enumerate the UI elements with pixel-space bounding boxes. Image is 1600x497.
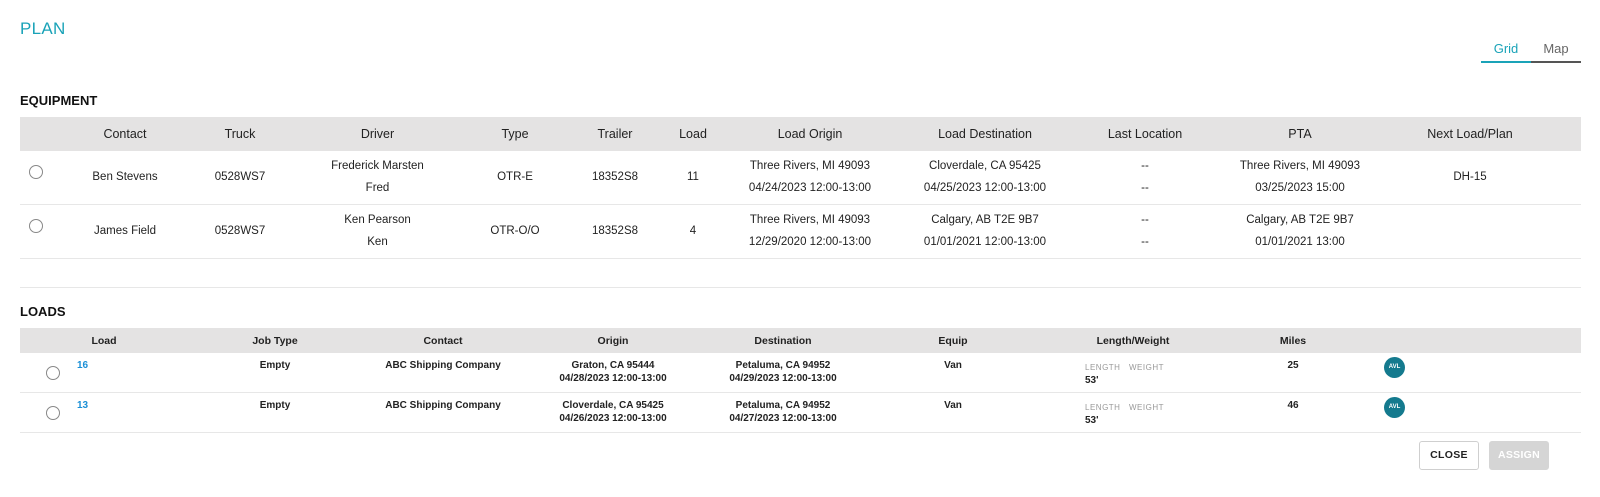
origin-location-cell: Graton, CA 95444 xyxy=(571,360,655,371)
equip-cell: Van xyxy=(944,400,962,411)
col-next-load-plan[interactable]: Next Load/Plan xyxy=(1410,127,1530,141)
origin-location-cell: Three Rivers, MI 49093 xyxy=(749,160,871,172)
col-contact[interactable]: Contact xyxy=(383,335,503,347)
truck-cell: 0528WS7 xyxy=(214,171,266,183)
pta-location-cell: Calgary, AB T2E 9B7 xyxy=(1246,214,1354,226)
equipment-table: Contact Truck Driver Type Trailer Load L… xyxy=(20,117,1581,259)
col-destination[interactable]: Destination xyxy=(733,335,833,347)
col-equip[interactable]: Equip xyxy=(913,335,993,347)
col-load[interactable]: Load xyxy=(74,335,134,347)
loads-section-title: LOADS xyxy=(20,304,66,319)
assign-button[interactable]: ASSIGN xyxy=(1489,441,1549,470)
equipment-table-header: Contact Truck Driver Type Trailer Load L… xyxy=(20,117,1581,151)
col-load-destination[interactable]: Load Destination xyxy=(915,127,1055,141)
col-length-weight[interactable]: Length/Weight xyxy=(1073,335,1193,347)
table-row[interactable]: James Field 0528WS7 Ken Pearson Ken OTR-… xyxy=(20,205,1581,259)
contact-cell: James Field xyxy=(94,225,156,237)
col-job-type[interactable]: Job Type xyxy=(230,335,320,347)
origin-time-cell: 04/24/2023 12:00-13:00 xyxy=(748,182,872,194)
col-load-origin[interactable]: Load Origin xyxy=(745,127,875,141)
miles-cell: 25 xyxy=(1287,360,1299,371)
origin-location-cell: Cloverdale, CA 95425 xyxy=(562,400,664,411)
col-load[interactable]: Load xyxy=(670,127,716,141)
pta-time-cell: 01/01/2021 13:00 xyxy=(1255,236,1345,248)
type-cell: OTR-E xyxy=(497,171,533,183)
col-trailer[interactable]: Trailer xyxy=(575,127,655,141)
destination-time-cell: 04/25/2023 12:00-13:00 xyxy=(923,182,1047,194)
weight-label: WEIGHT xyxy=(1129,403,1164,412)
tab-grid[interactable]: Grid xyxy=(1481,41,1531,61)
origin-location-cell: Three Rivers, MI 49093 xyxy=(749,214,871,226)
avl-badge[interactable]: AVL xyxy=(1384,357,1405,378)
section-divider xyxy=(20,287,1581,288)
destination-location-cell: Petaluma, CA 94952 xyxy=(735,400,831,411)
col-driver[interactable]: Driver xyxy=(320,127,435,141)
origin-time-cell: 12/29/2020 12:00-13:00 xyxy=(748,236,872,248)
destination-time-cell: 04/27/2023 12:00-13:00 xyxy=(729,413,837,424)
weight-label: WEIGHT xyxy=(1129,363,1164,372)
page-title: PLAN xyxy=(20,19,66,38)
origin-time-cell: 04/28/2023 12:00-13:00 xyxy=(559,373,667,384)
trailer-cell: 18352S8 xyxy=(591,171,639,183)
col-type[interactable]: Type xyxy=(475,127,555,141)
view-toggle: Grid Map xyxy=(1481,41,1581,63)
col-pta[interactable]: PTA xyxy=(1240,127,1360,141)
destination-location-cell: Calgary, AB T2E 9B7 xyxy=(931,214,1039,226)
avl-badge[interactable]: AVL xyxy=(1384,397,1405,418)
col-miles[interactable]: Miles xyxy=(1263,335,1323,347)
active-tab-indicator xyxy=(1481,61,1531,63)
equip-cell: Van xyxy=(944,360,962,371)
destination-time-cell: 01/01/2021 12:00-13:00 xyxy=(923,236,1047,248)
last-location-cell: -- xyxy=(1141,214,1149,226)
next-load-cell: DH-15 xyxy=(1453,171,1487,183)
contact-cell: Ben Stevens xyxy=(92,171,158,183)
load-cell: 4 xyxy=(689,225,697,237)
destination-location-cell: Cloverdale, CA 95425 xyxy=(929,160,1041,172)
contact-cell: ABC Shipping Company xyxy=(385,400,501,411)
loads-table: Load Job Type Contact Origin Destination… xyxy=(20,328,1581,433)
length-label: LENGTH xyxy=(1085,363,1121,372)
last-location-time-cell: -- xyxy=(1141,182,1149,194)
table-row[interactable]: 16 Empty ABC Shipping Company Graton, CA… xyxy=(20,353,1581,393)
load-link[interactable]: 13 xyxy=(77,399,88,412)
row-radio[interactable] xyxy=(46,406,60,420)
pta-time-cell: 03/25/2023 15:00 xyxy=(1255,182,1345,194)
origin-time-cell: 04/26/2023 12:00-13:00 xyxy=(559,413,667,424)
table-row[interactable]: Ben Stevens 0528WS7 Frederick Marsten Fr… xyxy=(20,151,1581,205)
col-truck[interactable]: Truck xyxy=(190,127,290,141)
type-cell: OTR-O/O xyxy=(490,225,540,237)
last-location-cell: -- xyxy=(1141,160,1149,172)
row-radio[interactable] xyxy=(29,219,43,233)
truck-cell: 0528WS7 xyxy=(214,225,266,237)
driver-nickname-cell: Fred xyxy=(365,182,390,194)
col-contact[interactable]: Contact xyxy=(70,127,180,141)
driver-nickname-cell: Ken xyxy=(367,236,388,248)
destination-location-cell: Petaluma, CA 94952 xyxy=(735,360,831,371)
table-row[interactable]: 13 Empty ABC Shipping Company Cloverdale… xyxy=(20,393,1581,433)
close-button[interactable]: CLOSE xyxy=(1419,441,1479,470)
driver-name-cell: Frederick Marsten xyxy=(331,160,424,172)
destination-time-cell: 04/29/2023 12:00-13:00 xyxy=(729,373,837,384)
miles-cell: 46 xyxy=(1287,400,1299,411)
trailer-cell: 18352S8 xyxy=(591,225,639,237)
col-origin[interactable]: Origin xyxy=(563,335,663,347)
length-value: 53' xyxy=(1085,415,1099,426)
length-value: 53' xyxy=(1085,375,1099,386)
length-label: LENGTH xyxy=(1085,403,1121,412)
job-type-cell: Empty xyxy=(259,360,291,371)
row-radio[interactable] xyxy=(29,165,43,179)
equipment-section-title: EQUIPMENT xyxy=(20,93,98,108)
row-radio[interactable] xyxy=(46,366,60,380)
job-type-cell: Empty xyxy=(259,400,291,411)
load-link[interactable]: 16 xyxy=(77,359,88,372)
contact-cell: ABC Shipping Company xyxy=(385,360,501,371)
last-location-time-cell: -- xyxy=(1141,236,1149,248)
load-cell: 11 xyxy=(687,171,699,183)
col-last-location[interactable]: Last Location xyxy=(1085,127,1205,141)
tab-map[interactable]: Map xyxy=(1531,41,1581,61)
loads-table-header: Load Job Type Contact Origin Destination… xyxy=(20,328,1581,353)
pta-location-cell: Three Rivers, MI 49093 xyxy=(1239,160,1361,172)
driver-name-cell: Ken Pearson xyxy=(344,214,411,226)
